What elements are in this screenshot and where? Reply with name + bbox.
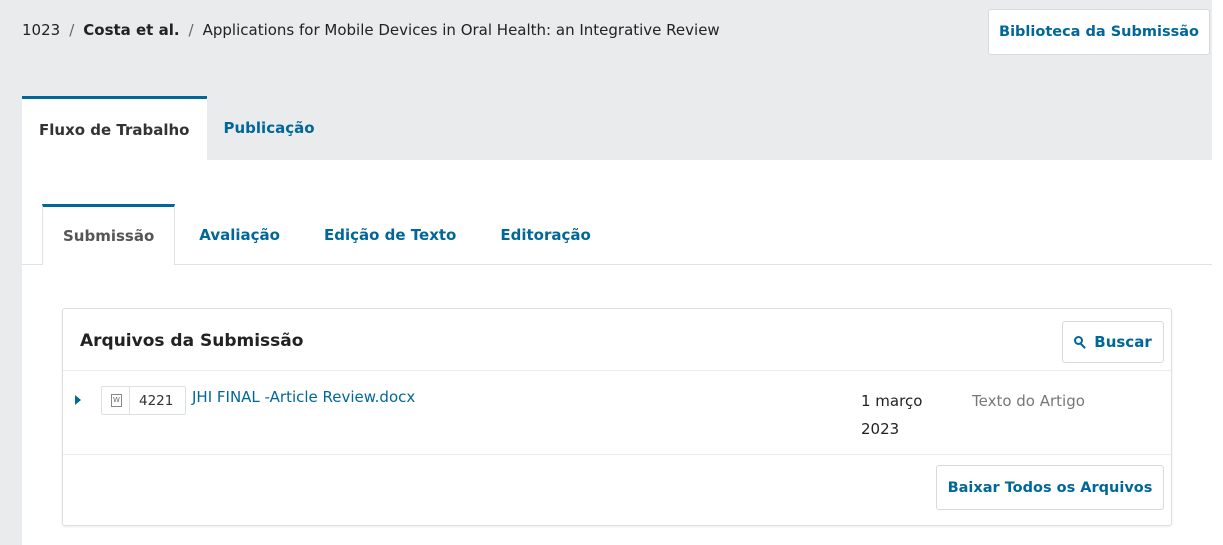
search-button[interactable]: Buscar [1062,321,1164,363]
submission-files-panel: Arquivos da Submissão Buscar W 4221 JHI … [62,308,1172,526]
submission-id: 1023 [22,21,61,39]
tab-production[interactable]: Editoração [480,204,610,265]
word-doc-icon: W [111,394,122,407]
breadcrumb: 1023 / Costa et al. / Applications for Mobil… [22,21,720,39]
tab-copyediting[interactable]: Edição de Texto [304,204,476,265]
breadcrumb-separator: / [188,21,194,39]
main-tabs: Fluxo de Trabalho Publicação [22,96,332,160]
panel-title: Arquivos da Submissão [80,331,304,351]
file-id: 4221 [129,387,173,414]
page: 1023 / Costa et al. / Applications for Mobil… [0,0,1212,545]
file-date: 1 março 2023 [861,392,923,438]
submission-header: 1023 / Costa et al. / Applications for Mobil… [0,0,1212,96]
file-type: Texto do Artigo [972,392,1085,410]
tab-publication[interactable]: Publicação [207,96,332,160]
workflow-stage-tabs: Submissão Avaliação Edição de Texto Edit… [42,204,615,265]
submission-library-button[interactable]: Biblioteca da Submissão [988,9,1210,55]
breadcrumb-separator: / [69,21,75,39]
download-all-button[interactable]: Baixar Todos os Arquivos [936,465,1164,510]
tab-submission[interactable]: Submissão [42,204,176,265]
expand-row-icon[interactable] [75,395,81,405]
search-icon [1074,335,1087,349]
file-badge: W 4221 [101,386,186,415]
file-row: W 4221 JHI FINAL -Article Review.docx 1 … [63,371,1171,454]
submission-authors: Costa et al. [83,21,180,39]
panel-divider [63,454,1171,455]
workflow-content: Submissão Avaliação Edição de Texto Edit… [22,160,1212,545]
file-name-link[interactable]: JHI FINAL -Article Review.docx [192,388,415,406]
submission-title: Applications for Mobile Devices in Oral … [202,21,720,39]
search-button-label: Buscar [1094,333,1152,351]
tab-divider [22,264,1212,265]
tab-review[interactable]: Avaliação [179,204,300,265]
tab-workflow[interactable]: Fluxo de Trabalho [22,96,207,160]
